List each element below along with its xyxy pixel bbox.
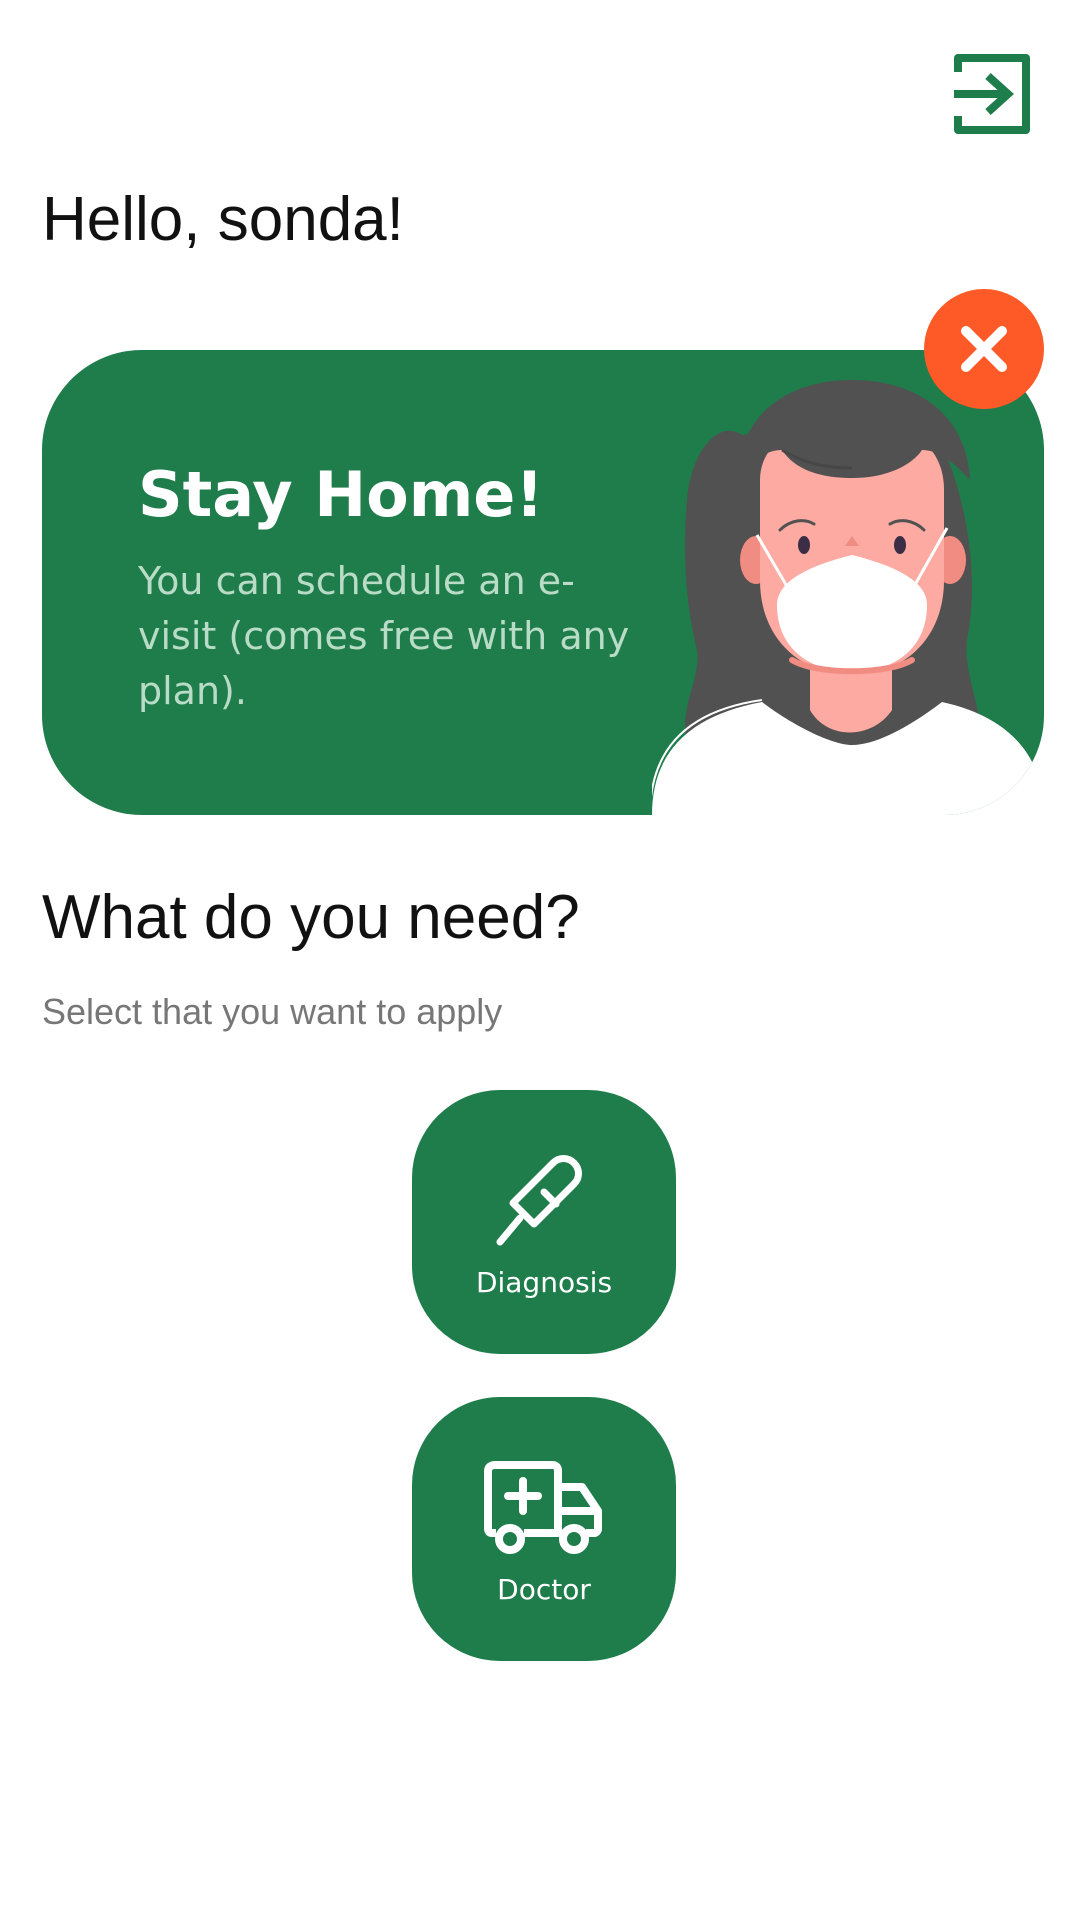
masked-woman-illustration [652, 380, 1044, 815]
doctor-label: Doctor [497, 1573, 591, 1606]
logout-button[interactable] [950, 52, 1034, 136]
diagnosis-button[interactable]: Diagnosis [412, 1090, 676, 1354]
logout-icon [954, 54, 1030, 134]
close-icon [961, 326, 1007, 372]
banner-text: You can schedule an e-visit (comes free … [138, 559, 630, 713]
stay-home-banner: Stay Home! You can schedule an e-visit (… [42, 350, 1044, 815]
banner-title: Stay Home! [138, 458, 544, 531]
doctor-button[interactable]: Doctor [412, 1397, 676, 1661]
close-banner-button[interactable] [924, 289, 1044, 409]
section-title: What do you need? [42, 883, 580, 952]
section-subtitle: Select that you want to apply [42, 991, 503, 1032]
thermometer-icon [484, 1152, 604, 1252]
greeting-title: Hello, sonda! [42, 185, 404, 254]
ambulance-icon [484, 1459, 604, 1559]
diagnosis-label: Diagnosis [475, 1266, 613, 1299]
